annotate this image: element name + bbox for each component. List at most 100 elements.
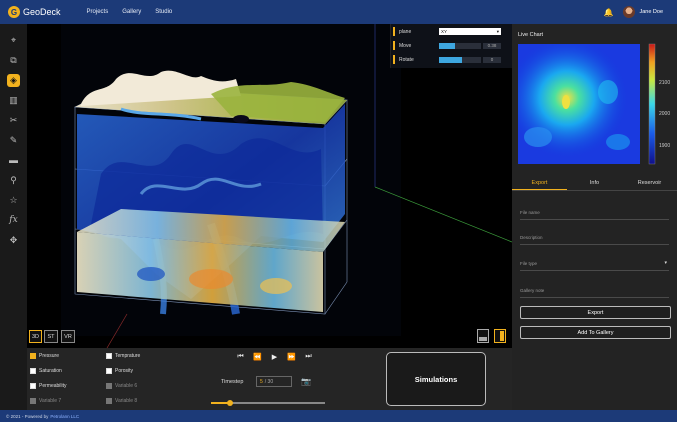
tool-paint-roller[interactable]: ▬	[0, 150, 27, 170]
rotate-row: Rotate 0	[391, 54, 512, 65]
nav-studio[interactable]: Studio	[155, 9, 172, 15]
pipette-icon: ⚲	[10, 174, 17, 185]
tool-scissors[interactable]: ✂	[0, 110, 27, 130]
view-mode-vr[interactable]: VR	[61, 330, 75, 343]
checkbox-temprature[interactable]	[106, 353, 112, 359]
main-nav: Projects Gallery Studio	[73, 9, 173, 15]
avatar[interactable]	[623, 6, 636, 18]
crosshair-icon: ⌖	[10, 34, 17, 45]
timestep-label: Timestep	[221, 379, 244, 385]
tab-reservoir[interactable]: Reservoir	[622, 176, 677, 190]
axis-lines	[106, 24, 512, 348]
label-variable-8: Variable 8	[115, 398, 138, 404]
timestep-input[interactable]: 5 / 30	[256, 376, 292, 387]
tab-export[interactable]: Export	[512, 176, 567, 190]
view-mode-st[interactable]: ST	[44, 330, 58, 343]
layout-single-button[interactable]	[477, 329, 489, 343]
playback-controls: ⏮ ⏪ ▶ ⏩ ⏭	[232, 353, 317, 361]
live-chart[interactable]: 2100 2000 1900	[518, 42, 676, 168]
file-type-select[interactable]: File type ▾	[520, 260, 669, 271]
label-variable-7: Variable 7	[39, 398, 62, 404]
checkbox-pressure[interactable]	[30, 353, 36, 359]
prop-temprature[interactable]: Temprature	[106, 353, 140, 359]
simulations-button[interactable]: Simulations	[386, 352, 486, 406]
tool-building[interactable]: ▥	[0, 90, 27, 110]
file-type-label: File type	[520, 261, 538, 266]
move-slider[interactable]	[439, 42, 481, 49]
left-toolbar: ⌖ ⧉ ◈ ▥ ✂ ✎ ▬ ⚲ ☆ fx ✥	[0, 24, 27, 410]
rewind-icon[interactable]: ⏪	[249, 353, 266, 361]
move-value[interactable]: 0.38	[483, 42, 501, 49]
timeline-handle[interactable]	[227, 400, 234, 406]
prop-variable-8[interactable]: Variable 8	[106, 398, 137, 404]
prop-saturation[interactable]: Saturation	[30, 368, 62, 374]
prop-porosity[interactable]: Porosity	[106, 368, 133, 374]
tool-star[interactable]: ☆	[0, 190, 27, 210]
plane-select[interactable]: XY ▾	[439, 28, 501, 35]
rotate-slider[interactable]	[439, 56, 481, 63]
crop-icon: ⧉	[10, 54, 17, 65]
3d-viewport[interactable]: plane XY ▾ Move 0.38 Rotate 0 3D ST VR	[27, 24, 512, 348]
user-name[interactable]: Jane Doe	[639, 9, 663, 15]
tool-crop[interactable]: ⧉	[0, 50, 27, 70]
description-label: Description	[520, 235, 543, 240]
pen-icon: ✎	[9, 134, 18, 145]
checkbox-variable-8[interactable]	[106, 398, 112, 404]
tool-layers[interactable]: ◈	[0, 70, 27, 90]
bell-icon[interactable]: 🔔	[603, 8, 613, 17]
tool-function[interactable]: fx	[0, 210, 27, 230]
label-variable-6: Variable 6	[115, 383, 138, 389]
scissors-icon: ✂	[9, 114, 18, 125]
layout-split-button[interactable]	[494, 329, 506, 343]
label-permeability: Permeability	[39, 383, 67, 389]
rotate-value[interactable]: 0	[483, 56, 501, 63]
checkbox-saturation[interactable]	[30, 368, 36, 374]
skip-end-icon[interactable]: ⏭	[300, 353, 317, 361]
tool-pipette[interactable]: ⚲	[0, 170, 27, 190]
building-icon: ▥	[9, 94, 18, 105]
colorbar	[648, 43, 656, 165]
description-field[interactable]: Description	[520, 235, 669, 245]
star-icon: ☆	[9, 194, 18, 205]
checkbox-variable-7[interactable]	[30, 398, 36, 404]
footer-link[interactable]: Petrolann LLC	[50, 414, 79, 419]
bottom-panel: Pressure Saturation Permeability Variabl…	[27, 348, 512, 410]
checkbox-permeability[interactable]	[30, 383, 36, 389]
app-logo[interactable]: G GeoDeck	[8, 6, 61, 18]
gallery-note-field[interactable]: Gallery note	[520, 288, 669, 298]
label-temprature: Temprature	[115, 353, 141, 359]
prop-permeability[interactable]: Permeability	[30, 383, 67, 389]
tab-info[interactable]: Info	[567, 176, 622, 190]
timeline-slider[interactable]	[211, 400, 325, 406]
camera-icon[interactable]: 📷	[301, 377, 311, 386]
nav-projects[interactable]: Projects	[87, 9, 109, 15]
skip-start-icon[interactable]: ⏮	[232, 353, 249, 361]
prop-pressure[interactable]: Pressure	[30, 353, 59, 359]
nav-gallery[interactable]: Gallery	[122, 9, 141, 15]
checkbox-porosity[interactable]	[106, 368, 112, 374]
tool-crosshair[interactable]: ⌖	[0, 30, 27, 50]
app-name: GeoDeck	[23, 7, 61, 17]
tool-pen[interactable]: ✎	[0, 130, 27, 150]
colorbar-tick: 2100	[659, 80, 670, 86]
plane-label: plane	[399, 28, 412, 35]
checkbox-variable-6[interactable]	[106, 383, 112, 389]
tool-move[interactable]: ✥	[0, 230, 27, 250]
colorbar-tick: 1900	[659, 143, 670, 149]
colorbar-tick: 2000	[659, 111, 670, 117]
viewport-controls: plane XY ▾ Move 0.38 Rotate 0	[390, 24, 512, 68]
function-icon: fx	[9, 215, 18, 225]
right-panel: Live Chart 2100 2000 1900 Export Info Re…	[512, 24, 677, 410]
label-pressure: Pressure	[39, 353, 60, 359]
add-to-gallery-button[interactable]: Add To Gallery	[520, 326, 671, 339]
prop-variable-6[interactable]: Variable 6	[106, 383, 137, 389]
view-mode-3d[interactable]: 3D	[29, 330, 42, 343]
fast-forward-icon[interactable]: ⏩	[283, 353, 300, 361]
prop-variable-7[interactable]: Variable 7	[30, 398, 61, 404]
file-name-field[interactable]: File name	[520, 210, 669, 220]
export-button[interactable]: Export	[520, 306, 671, 319]
live-chart-title: Live Chart	[518, 32, 544, 38]
play-icon[interactable]: ▶	[266, 353, 283, 361]
layers-icon: ◈	[7, 73, 20, 87]
layout-split-icon	[500, 331, 504, 341]
